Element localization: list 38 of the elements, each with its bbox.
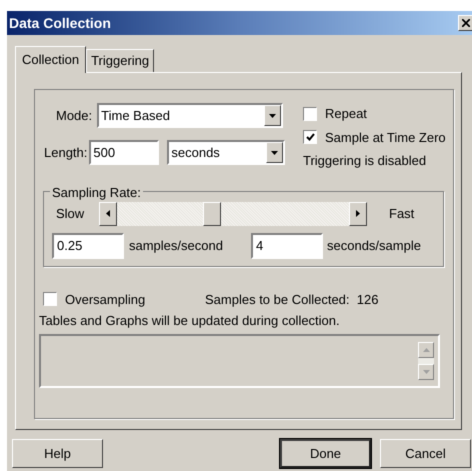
close-icon [462, 19, 470, 27]
length-field[interactable]: 500 [89, 140, 160, 165]
left-arrow-icon [106, 210, 110, 217]
rate-slider[interactable] [99, 202, 367, 226]
right-arrow-button[interactable] [349, 202, 367, 226]
checkbox[interactable] [303, 130, 317, 144]
window-title: Data Collection [8, 14, 111, 32]
slow-label: Slow [55, 204, 86, 223]
status-text: Triggering is disabled [303, 152, 428, 170]
close-button[interactable] [458, 15, 472, 31]
tab[interactable]: Collection [15, 46, 86, 73]
scroll-up-button[interactable] [418, 342, 434, 358]
period-field[interactable]: 4 [251, 232, 323, 258]
samples-count: Samples to be Collected: 126 [205, 290, 378, 309]
scroll-down-button[interactable] [418, 364, 434, 380]
dialog-button[interactable]: Done [280, 439, 371, 468]
checkbox-label: Sample at Time Zero [325, 128, 446, 147]
dialog-button[interactable]: Cancel [380, 439, 471, 468]
up-arrow-icon [422, 348, 430, 352]
unit-dropdown[interactable]: seconds [167, 140, 286, 165]
fast-label: Fast [389, 204, 414, 223]
checkbox[interactable] [303, 106, 317, 121]
update-note: Tables and Graphs will be updated during collection. [39, 312, 341, 330]
slider-thumb[interactable] [202, 202, 221, 226]
right-arrow-icon [356, 210, 360, 217]
rate-field[interactable]: 0.25 [52, 232, 124, 258]
down-arrow-icon [422, 370, 430, 374]
checkbox-label: Repeat [325, 105, 367, 123]
checkbox-label: Oversampling [65, 290, 146, 309]
rate-unit-label: samples/second [129, 236, 224, 255]
checkbox[interactable] [43, 292, 57, 306]
length-label: Length: [44, 144, 88, 162]
left-arrow-button[interactable] [99, 202, 117, 226]
tab[interactable]: Triggering [86, 49, 154, 72]
mode-dropdown[interactable]: Time Based [97, 103, 284, 128]
dialog-button[interactable]: Help [12, 439, 103, 468]
mode-label: Mode: [56, 106, 92, 125]
period-unit-label: seconds/sample [327, 236, 421, 255]
